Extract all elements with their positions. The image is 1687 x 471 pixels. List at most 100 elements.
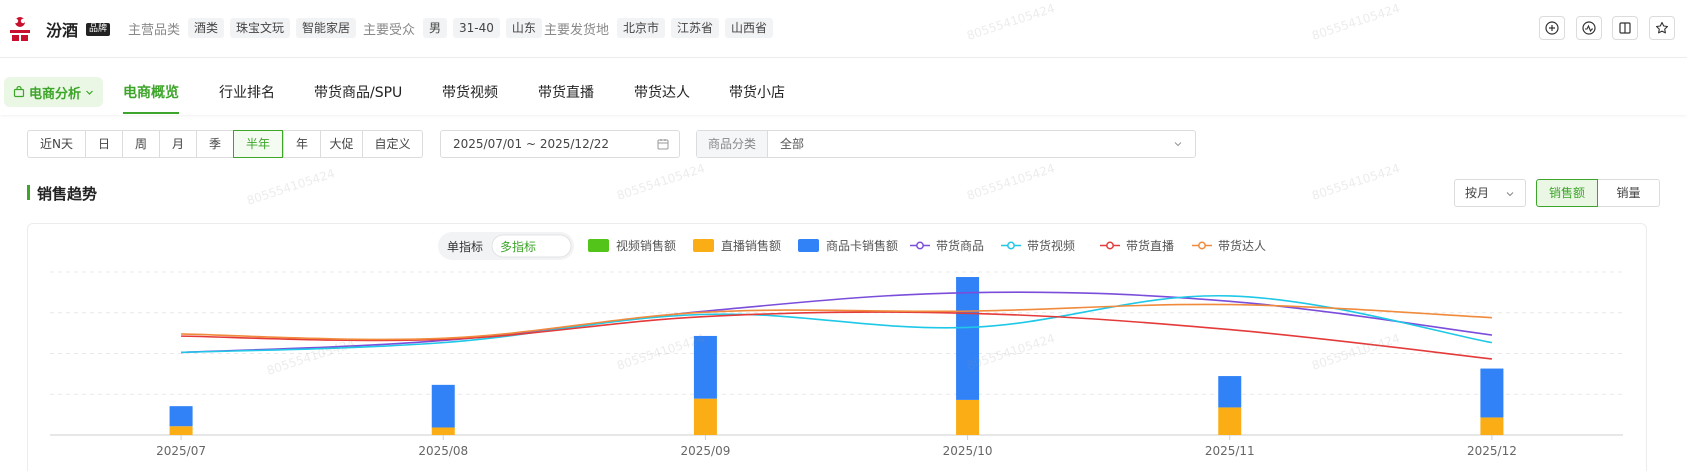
brand-logo-icon [10,17,30,41]
legend-swatch-bar [798,239,819,252]
audience-tag: 男 [423,18,448,38]
ship-origin-label: 主要发货地 [544,22,610,38]
bar-segment[interactable] [693,335,717,399]
legend-item-label[interactable]: 视频销售额 [616,238,676,253]
legend-mode-single[interactable]: 单指标 [447,239,483,254]
period-option[interactable]: 月 [159,131,196,157]
pulse-circle-icon [1582,21,1596,35]
plus-circle-icon [1545,21,1559,35]
add-button[interactable] [1539,16,1565,40]
ecommerce-analysis-dropdown[interactable]: 电商分析 [4,77,104,107]
bar-segment[interactable] [169,426,193,435]
legend-swatch-marker [1007,241,1015,250]
sales-trend-chart-card: 单指标 多指标 视频销售额 直播销售额 商品卡销售额 带货商品 带货视频 带货直播 带货达人 20… [27,223,1647,471]
tab-live-streams[interactable]: 带货直播 [538,82,594,102]
legend-item-label[interactable]: 带货达人 [1218,238,1266,253]
ship-origin-group: 主要发货地 北京市 江苏省 山西省 [544,17,779,39]
brand-name: 汾酒 [46,21,79,40]
sales-trend-chart: 单指标 多指标 视频销售额 直播销售额 商品卡销售额 带货商品 带货视频 带货直播 带货达人 20… [50,232,1623,458]
chevron-down-icon [1174,142,1182,147]
chevron-down-icon [1506,192,1514,197]
tab-influencers[interactable]: 带货达人 [634,82,690,102]
star-icon [1655,21,1669,34]
audience-tag: 山东 [505,18,542,38]
category-filter-label: 商品分类 [697,131,768,157]
calendar-icon [657,139,669,150]
tab-videos[interactable]: 带货视频 [442,82,498,102]
chevron-down-icon [86,90,93,95]
tab-products-spu[interactable]: 带货商品/SPU [314,82,402,102]
series-line[interactable] [181,303,1492,341]
bar-segment[interactable] [1218,407,1242,435]
legend-swatch-marker [916,241,924,250]
bar-segment[interactable] [431,384,455,428]
series-line[interactable] [181,311,1493,360]
date-range-picker[interactable]: 2025/07/01 ~ 2025/12/22 [440,130,680,158]
watermark: 805554105424 [245,166,337,208]
tab-industry-ranking[interactable]: 行业排名 [219,82,275,102]
bar-segment[interactable] [431,427,455,435]
metric-toggle: 销售额 销量 [1536,179,1660,207]
watermark: 805554105424 [1310,161,1402,203]
tab-ecommerce-overview[interactable]: 电商概览 [123,82,179,102]
dropdown-label: 电商分析 [29,86,82,102]
period-option[interactable]: 日 [85,131,122,157]
x-axis-tick-label: 2025/11 [1205,444,1255,458]
watermark: 805554105424 [965,161,1057,203]
legend-swatch-bar [693,239,714,252]
audience-group: 主要受众 男 31-40 山东 [363,17,548,39]
active-tab-indicator [123,112,179,114]
x-axis-tick-label: 2025/12 [1467,444,1517,458]
legend-item-label[interactable]: 带货商品 [936,238,984,253]
bar-segment[interactable] [956,399,980,435]
legend-item-label[interactable]: 带货视频 [1027,238,1075,253]
x-axis-tick-label: 2025/08 [418,444,468,458]
legend-item-label[interactable]: 商品卡销售额 [826,238,898,253]
bar-segment[interactable] [1480,368,1504,418]
audience-label: 主要受众 [363,22,416,38]
bar-segment[interactable] [1218,376,1242,408]
period-option[interactable]: 季 [196,131,233,157]
section-accent-bar [27,185,30,200]
analyze-button[interactable] [1576,16,1602,40]
compare-button[interactable] [1612,16,1638,40]
metric-sales-volume[interactable]: 销量 [1598,179,1660,207]
legend-mode-multi[interactable]: 多指标 [500,239,536,254]
metric-sales-amount[interactable]: 销售额 [1536,179,1598,207]
bar-segment[interactable] [169,406,193,427]
ship-origin-tag: 江苏省 [671,18,720,38]
period-option[interactable]: 年 [283,131,320,157]
ship-origin-tag: 山西省 [725,18,774,38]
shop-bag-icon [13,86,25,98]
category-filter-value: 全部 [780,137,805,151]
legend-item-label[interactable]: 带货直播 [1126,238,1174,253]
period-selector: 近N天 日 周 月 季 半年 年 大促 自定义 [27,130,423,158]
granularity-select[interactable]: 按月 [1454,179,1526,207]
audience-tag: 31-40 [453,18,500,38]
favorite-button[interactable] [1649,16,1675,40]
legend-swatch-marker [1198,241,1206,250]
date-range-value: 2025/07/01 ~ 2025/12/22 [453,137,610,151]
category-filter[interactable]: 商品分类 全部 [696,130,1196,158]
bar-segment[interactable] [693,398,717,435]
period-option[interactable]: 自定义 [362,131,422,157]
period-option-active[interactable]: 半年 [233,130,283,158]
tab-shops[interactable]: 带货小店 [729,82,785,102]
watermark: 805554105424 [615,161,707,203]
granularity-value: 按月 [1465,186,1490,200]
main-category-label: 主营品类 [128,22,181,38]
period-option[interactable]: 近N天 [28,131,85,157]
main-category-tag: 智能家居 [296,18,357,38]
main-category-group: 主营品类 酒类 珠宝文玩 智能家居 [128,17,362,39]
main-category-tag: 珠宝文玩 [230,18,291,38]
x-axis-tick-label: 2025/10 [943,444,993,458]
bar-segment[interactable] [956,277,980,400]
section-title: 销售趋势 [37,185,98,203]
period-option[interactable]: 周 [122,131,159,157]
x-axis-tick-label: 2025/07 [156,444,206,458]
main-category-tag: 酒类 [188,18,225,38]
period-option[interactable]: 大促 [320,131,362,157]
page-header: 汾酒 品牌 主营品类 酒类 珠宝文玩 智能家居 主要受众 男 31-40 山东 … [0,0,1687,58]
legend-item-label[interactable]: 直播销售额 [721,238,781,253]
bar-segment[interactable] [1480,417,1504,435]
